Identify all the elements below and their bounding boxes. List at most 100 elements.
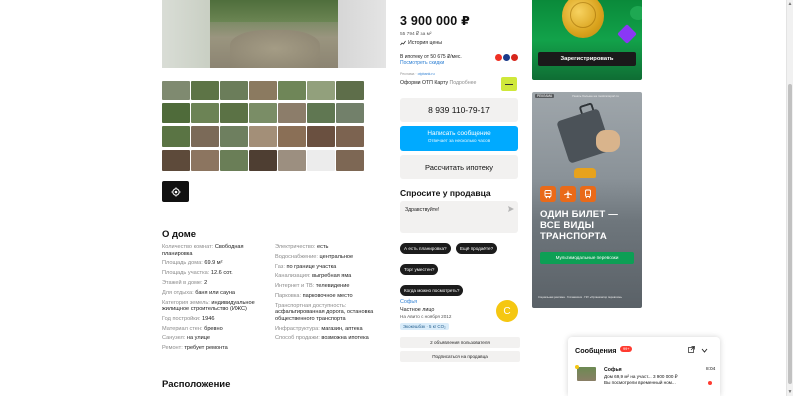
- thumbnail[interactable]: [307, 126, 335, 147]
- house-props-right: Электричество: есть Водоснабжение: центр…: [275, 244, 387, 345]
- prop-row: Транспортная доступность: асфальтированн…: [275, 303, 387, 323]
- train-icon: [580, 186, 596, 202]
- prop-row: Инфраструктура: магазин, аптека: [275, 326, 387, 333]
- prop-key: Материал стен:: [162, 325, 203, 332]
- main-photo[interactable]: [162, 0, 386, 68]
- thumbnail[interactable]: [307, 150, 335, 171]
- thumbnail[interactable]: [249, 150, 277, 171]
- prop-value: выгребная яма: [312, 273, 352, 280]
- scroll-thumb[interactable]: [788, 84, 792, 384]
- prop-key: Канализация:: [275, 273, 311, 280]
- scroll-down-icon[interactable]: ▼: [787, 388, 793, 396]
- thumbnail[interactable]: [336, 126, 364, 147]
- prop-value: 69.9 м²: [204, 260, 223, 267]
- thumbnail[interactable]: [162, 81, 190, 100]
- chat-name[interactable]: Софья: [604, 367, 622, 373]
- thumbnail[interactable]: [278, 150, 306, 171]
- write-message-label: Написать сообщение: [427, 130, 491, 137]
- price-history-link[interactable]: История цены: [400, 40, 442, 46]
- otp-promo[interactable]: Оформи ОТП Карту Подробнее: [400, 80, 476, 86]
- quick-question-chip[interactable]: А есть планировка?: [400, 243, 451, 254]
- thumbnail[interactable]: [191, 103, 219, 123]
- external-link-icon[interactable]: [688, 346, 695, 353]
- calc-mortgage-button[interactable]: Рассчитать ипотеку: [400, 155, 518, 179]
- chat-last-message: Вы посмотрели временный ном...: [604, 380, 676, 385]
- send-icon[interactable]: [508, 206, 514, 212]
- thumbnail[interactable]: [307, 103, 335, 123]
- prop-value: 12.6 сот.: [210, 270, 233, 277]
- thumbnail[interactable]: [307, 81, 335, 100]
- thumbnail[interactable]: [336, 103, 364, 123]
- seller-ads-button[interactable]: 2 объявления пользователя: [400, 337, 520, 348]
- seller-name-link[interactable]: Софья: [400, 299, 417, 305]
- quick-question-chip[interactable]: Когда можно посмотреть?: [400, 285, 464, 296]
- reply-time-label: Отвечает за несколько часов: [427, 138, 491, 143]
- thumbnail[interactable]: [249, 81, 277, 100]
- scroll-up-icon[interactable]: ▲: [787, 0, 793, 8]
- thumb-row: [162, 150, 364, 171]
- mortgage-info: В ипотеку от 50 675 ₽/мес. Посмотреть ск…: [400, 54, 462, 66]
- ad-banner-registration[interactable]: Зарегистрировать: [532, 0, 642, 80]
- register-button[interactable]: Зарегистрировать: [538, 52, 636, 66]
- thumbnail[interactable]: [191, 126, 219, 147]
- subscribe-seller-button[interactable]: Подписаться на продавца: [400, 351, 520, 362]
- chat-listing-thumbnail: [577, 367, 596, 381]
- ask-seller-input[interactable]: Здравствуйте!: [400, 201, 518, 233]
- chevron-down-icon[interactable]: [701, 347, 708, 354]
- write-message-button[interactable]: Написать сообщение Отвечает за несколько…: [400, 126, 518, 151]
- quick-question-chip[interactable]: Ещё продаёте?: [456, 243, 498, 254]
- thumbnail[interactable]: [191, 81, 219, 100]
- camera-icon: [170, 186, 181, 197]
- mortgage-discount-link[interactable]: Посмотреть скидки: [400, 60, 462, 66]
- ad-label: РЕКЛАМА: [535, 94, 555, 98]
- prop-value: по границе участка: [286, 263, 337, 270]
- bank-logo-icon: [511, 54, 518, 61]
- thumbnail[interactable]: [162, 126, 190, 147]
- prop-value: центральное: [319, 253, 354, 260]
- next-photo-blur: [338, 0, 386, 68]
- photo-thumbnails: [162, 81, 364, 174]
- thumbnail[interactable]: [220, 126, 248, 147]
- prop-key: Водоснабжение:: [275, 253, 318, 260]
- seller-since: На Авито с ноября 2012: [400, 314, 452, 319]
- unread-badge: 99+: [620, 346, 633, 352]
- otp-text: Оформи ОТП Карту: [400, 80, 449, 86]
- thumbnail[interactable]: [336, 150, 364, 171]
- prop-key: Ремонт:: [162, 345, 183, 352]
- thumbnail[interactable]: [336, 81, 364, 100]
- ask-input-value: Здравствуйте!: [405, 207, 440, 213]
- prop-key: Транспортная доступность:: [275, 302, 347, 309]
- star-graphic: [617, 24, 637, 44]
- thumbnail[interactable]: [278, 103, 306, 123]
- prop-key: Для отдыха:: [162, 289, 194, 296]
- thumbnail[interactable]: [220, 150, 248, 171]
- prop-value: баня или сауна: [195, 289, 236, 296]
- ad-advertiser[interactable]: otpbank.ru: [418, 72, 435, 76]
- ad-banner-transport[interactable]: РЕКЛАМА Узнать больше на mostransport.ru…: [532, 92, 642, 308]
- bus-icon: [540, 186, 556, 202]
- prop-value: асфальтированная дорога, остановка общес…: [275, 309, 374, 322]
- messages-widget[interactable]: Сообщения 99+ Софья 8:04 Дом 69,9 м² на …: [568, 337, 720, 396]
- otp-more-link[interactable]: Подробнее: [450, 80, 477, 86]
- camera-button[interactable]: [162, 181, 189, 202]
- thumbnail[interactable]: [220, 103, 248, 123]
- prop-value: парковочное место: [302, 292, 353, 299]
- thumbnail[interactable]: [278, 81, 306, 100]
- prop-row: Материал стен: бревно: [162, 326, 270, 333]
- page-scrollbar[interactable]: ▲ ▼: [786, 0, 793, 396]
- phone-button[interactable]: 8 939 110-79-17: [400, 98, 518, 122]
- ad-link[interactable]: Узнать больше на mostransport.ru: [572, 94, 619, 98]
- thumbnail[interactable]: [278, 126, 306, 147]
- thumbnail[interactable]: [220, 81, 248, 100]
- thumbnail[interactable]: [249, 126, 277, 147]
- thumbnail[interactable]: [162, 150, 190, 171]
- hand-graphic: [596, 130, 620, 152]
- seller-avatar[interactable]: С: [496, 300, 518, 322]
- chart-icon: [400, 40, 406, 46]
- quick-question-chip[interactable]: Торг уместен?: [400, 264, 439, 275]
- prop-value: есть: [317, 244, 329, 250]
- thumbnail[interactable]: [162, 103, 190, 123]
- thumbnail[interactable]: [191, 150, 219, 171]
- thumbnail[interactable]: [249, 103, 277, 123]
- chat-time: 8:04: [706, 367, 716, 372]
